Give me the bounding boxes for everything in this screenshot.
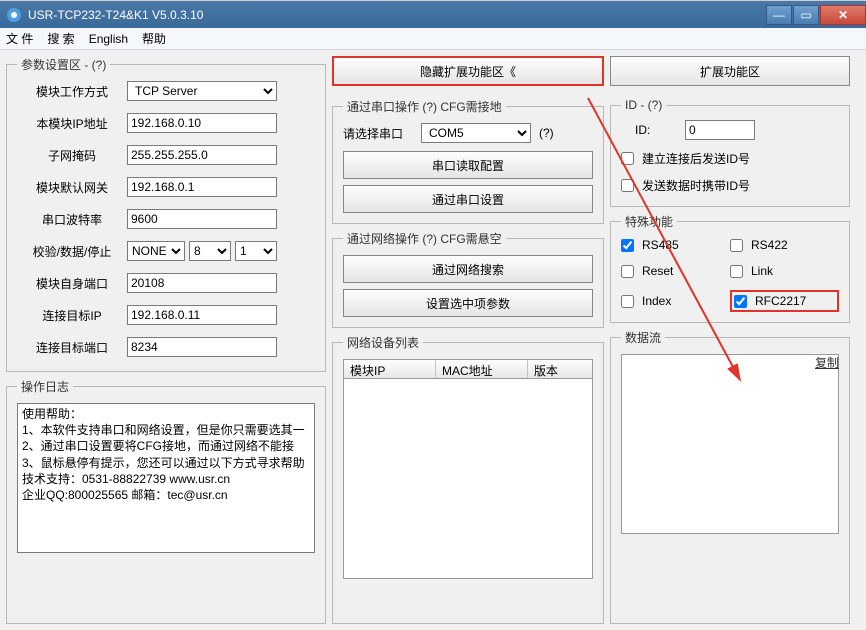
menu-file[interactable]: 文 件 xyxy=(6,30,33,47)
data-id-label: 发送数据时携带ID号 xyxy=(642,177,750,194)
device-list-legend: 网络设备列表 xyxy=(343,334,423,351)
baud-input[interactable] xyxy=(127,209,277,229)
local-port-label: 模块自身端口 xyxy=(17,275,127,292)
window-buttons: — ▭ ✕ xyxy=(765,5,866,25)
rs422-label: RS422 xyxy=(751,238,788,252)
data-id-row[interactable]: 发送数据时携带ID号 xyxy=(621,177,839,194)
mask-label: 子网掩码 xyxy=(17,147,127,164)
mode-select[interactable]: TCP Server xyxy=(127,81,277,101)
params-legend: 参数设置区 - (?) xyxy=(17,56,110,73)
rfc2217-highlight: RFC2217 xyxy=(730,290,839,312)
set-selected-button[interactable]: 设置选中项参数 xyxy=(343,289,593,317)
net-search-button[interactable]: 通过网络搜索 xyxy=(343,255,593,283)
rs485-row[interactable]: RS485 xyxy=(621,238,730,252)
rs422-checkbox[interactable] xyxy=(730,239,743,252)
id-label: ID: xyxy=(635,123,685,137)
titlebar: USR-TCP232-T24&K1 V5.0.3.10 — ▭ ✕ xyxy=(0,0,866,28)
device-list-panel: 网络设备列表 模块IP MAC地址 版本 xyxy=(332,334,604,624)
menu-help[interactable]: 帮助 xyxy=(142,30,166,47)
ip-input[interactable] xyxy=(127,113,277,133)
col-mac[interactable]: MAC地址 xyxy=(436,360,528,378)
pds-label: 校验/数据/停止 xyxy=(17,243,127,260)
target-ip-input[interactable] xyxy=(127,305,277,325)
col-ver[interactable]: 版本 xyxy=(528,360,592,378)
ip-label: 本模块IP地址 xyxy=(17,115,127,132)
network-legend: 通过网络操作 (?) CFG需悬空 xyxy=(343,230,506,247)
id-legend: ID - (?) xyxy=(621,98,666,112)
databits-select[interactable]: 8 xyxy=(189,241,231,261)
special-panel: 特殊功能 RS485 RS422 Reset Link Index RFC221… xyxy=(610,213,850,323)
rs485-checkbox[interactable] xyxy=(621,239,634,252)
datastream-panel: 数据流 复制 xyxy=(610,329,850,624)
reset-checkbox[interactable] xyxy=(621,265,634,278)
link-row[interactable]: Link xyxy=(730,264,839,278)
special-legend: 特殊功能 xyxy=(621,213,677,230)
device-list-body[interactable] xyxy=(343,379,593,579)
select-serial-label: 请选择串口 xyxy=(343,125,421,142)
network-panel: 通过网络操作 (?) CFG需悬空 通过网络搜索 设置选中项参数 xyxy=(332,230,604,328)
local-port-input[interactable] xyxy=(127,273,277,293)
reset-row[interactable]: Reset xyxy=(621,264,730,278)
oplog-panel: 操作日志 使用帮助： 1、本软件支持串口和网络设置，但是你只需要选其一 2、通过… xyxy=(6,378,326,624)
conn-id-row[interactable]: 建立连接后发送ID号 xyxy=(621,150,839,167)
maximize-button[interactable]: ▭ xyxy=(793,5,819,25)
minimize-button[interactable]: — xyxy=(766,5,792,25)
serial-panel: 通过串口操作 (?) CFG需接地 请选择串口 COM5 (?) 串口读取配置 … xyxy=(332,98,604,224)
com-select[interactable]: COM5 xyxy=(421,123,531,143)
mode-label: 模块工作方式 xyxy=(17,83,127,100)
device-list-header: 模块IP MAC地址 版本 xyxy=(343,359,593,379)
link-checkbox[interactable] xyxy=(730,265,743,278)
hide-extend-button[interactable]: 隐藏扩展功能区《 xyxy=(332,56,604,86)
oplog-text: 使用帮助： 1、本软件支持串口和网络设置，但是你只需要选其一 2、通过串口设置要… xyxy=(17,403,315,553)
link-label: Link xyxy=(751,264,773,278)
serial-legend: 通过串口操作 (?) CFG需接地 xyxy=(343,98,506,115)
menu-search[interactable]: 搜 索 xyxy=(47,30,74,47)
serial-set-button[interactable]: 通过串口设置 xyxy=(343,185,593,213)
reset-label: Reset xyxy=(642,264,673,278)
conn-id-label: 建立连接后发送ID号 xyxy=(642,150,750,167)
menu-english[interactable]: English xyxy=(89,32,128,46)
datastream-title: 数据流 xyxy=(625,331,661,345)
id-panel: ID - (?) ID: 建立连接后发送ID号 发送数据时携带ID号 xyxy=(610,98,850,207)
read-config-button[interactable]: 串口读取配置 xyxy=(343,151,593,179)
index-checkbox[interactable] xyxy=(621,295,634,308)
baud-label: 串口波特率 xyxy=(17,211,127,228)
oplog-legend: 操作日志 xyxy=(17,378,73,395)
conn-id-checkbox[interactable] xyxy=(621,152,634,165)
target-port-input[interactable] xyxy=(127,337,277,357)
id-input[interactable] xyxy=(685,120,755,140)
params-panel: 参数设置区 - (?) 模块工作方式 TCP Server 本模块IP地址 子网… xyxy=(6,56,326,372)
datastream-box[interactable] xyxy=(621,354,839,534)
data-id-checkbox[interactable] xyxy=(621,179,634,192)
rs422-row[interactable]: RS422 xyxy=(730,238,839,252)
gw-input[interactable] xyxy=(127,177,277,197)
datastream-legend: 数据流 xyxy=(621,329,665,346)
mask-input[interactable] xyxy=(127,145,277,165)
app-icon xyxy=(6,7,22,23)
serial-help-icon[interactable]: (?) xyxy=(539,126,554,140)
index-label: Index xyxy=(642,294,671,308)
target-port-label: 连接目标端口 xyxy=(17,339,127,356)
window-title: USR-TCP232-T24&K1 V5.0.3.10 xyxy=(28,8,765,22)
copy-link[interactable]: 复制 xyxy=(815,354,839,371)
rfc2217-row[interactable]: RFC2217 xyxy=(734,294,806,308)
menubar: 文 件 搜 索 English 帮助 xyxy=(0,28,866,50)
expand-area-button[interactable]: 扩展功能区 xyxy=(610,56,850,86)
col-ip[interactable]: 模块IP xyxy=(344,360,436,378)
parity-select[interactable]: NONE xyxy=(127,241,185,261)
close-button[interactable]: ✕ xyxy=(820,5,866,25)
index-row[interactable]: Index xyxy=(621,290,730,312)
rs485-label: RS485 xyxy=(642,238,679,252)
gw-label: 模块默认网关 xyxy=(17,179,127,196)
rfc2217-label: RFC2217 xyxy=(755,294,806,308)
target-ip-label: 连接目标IP xyxy=(17,307,127,324)
stopbits-select[interactable]: 1 xyxy=(235,241,277,261)
rfc2217-checkbox[interactable] xyxy=(734,295,747,308)
